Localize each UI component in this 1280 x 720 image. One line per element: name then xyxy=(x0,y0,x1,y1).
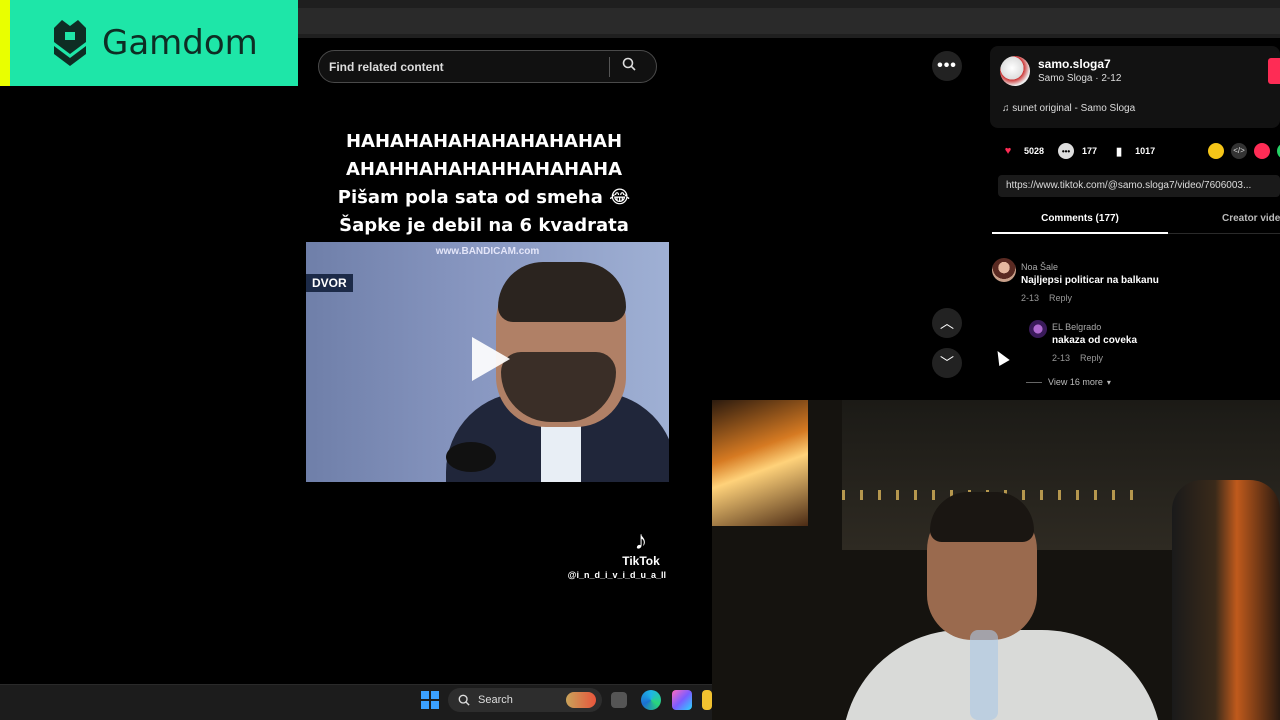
comment-meta: 2-13 Reply xyxy=(1021,293,1072,303)
chevron-down-icon[interactable]: ﹀ xyxy=(932,348,962,378)
author-username[interactable]: samo.sloga7 xyxy=(1038,57,1111,71)
music-label[interactable]: ♫ sunet original - Samo Sloga xyxy=(1002,103,1135,114)
taskbar-search[interactable]: Search xyxy=(448,688,602,712)
search-bar[interactable] xyxy=(318,50,657,83)
webcam-gaming-chair xyxy=(1172,480,1280,720)
caption-line: Pišam pola sata od smeha 😂 xyxy=(337,187,631,208)
comment-icon: ••• xyxy=(1058,143,1075,159)
gamdom-logo-icon xyxy=(50,20,90,66)
windows-start-icon[interactable] xyxy=(421,691,439,709)
author-subtitle: Samo Sloga · 2-12 xyxy=(1038,73,1122,84)
comment-text: Najljepsi politicar na balkanu xyxy=(1021,275,1159,286)
heart-icon: ♥ xyxy=(1004,145,1012,157)
divider-line xyxy=(1026,381,1042,383)
bookmark-icon: ▮ xyxy=(1116,145,1123,158)
avatar[interactable] xyxy=(1029,320,1047,338)
search-icon xyxy=(458,694,470,706)
more-icon[interactable]: ••• xyxy=(932,51,962,81)
avatar[interactable] xyxy=(992,258,1016,282)
send-icon[interactable] xyxy=(1254,143,1270,159)
chevron-down-icon: ▾ xyxy=(1106,377,1111,387)
caption-line: AHAHHAHAHAHHAHAHAHA xyxy=(345,159,623,180)
webcam-person-hair xyxy=(930,492,1034,542)
speaker-hair xyxy=(498,262,626,322)
microphone xyxy=(446,442,496,472)
search-highlight-icon xyxy=(566,692,596,708)
author-card xyxy=(990,46,1280,128)
file-explorer-icon[interactable] xyxy=(702,690,712,710)
copilot-icon[interactable] xyxy=(672,690,692,710)
webcam-overlay xyxy=(712,400,1280,720)
video-caption: HAHAHAHAHAHAHAHAHAH AHAHHAHAHAHHAHAHAHA … xyxy=(306,128,662,240)
save-count: 1017 xyxy=(1135,146,1156,156)
like-count: 5028 xyxy=(1024,146,1045,156)
tiktok-handle: @i_n_d_i_v_i_d_u_a_ll xyxy=(567,570,666,580)
like-button[interactable]: ♥ 5028 xyxy=(1000,143,1044,159)
channel-tag: DVOR xyxy=(306,274,353,292)
video-player[interactable]: www.BANDICAM.com DVOR xyxy=(306,242,669,482)
reply-button[interactable]: Reply xyxy=(1049,293,1072,303)
reply-button[interactable]: Reply xyxy=(1080,353,1103,363)
comment-date: 2-13 xyxy=(1052,353,1071,363)
tiktok-label: TikTok xyxy=(622,554,660,568)
embed-icon[interactable]: </> xyxy=(1231,143,1247,159)
taskbar xyxy=(0,684,712,720)
comment-meta: 2-13 Reply xyxy=(1052,353,1103,363)
tab-comments[interactable]: Comments (177) xyxy=(992,208,1168,234)
follow-button[interactable] xyxy=(1268,58,1280,84)
view-more-label: View 16 more xyxy=(1048,377,1103,387)
search-button[interactable] xyxy=(610,51,648,82)
video-link[interactable]: https://www.tiktok.com/@samo.sloga7/vide… xyxy=(998,175,1280,197)
search-icon xyxy=(622,57,636,76)
comment-button[interactable]: ••• 177 xyxy=(1058,143,1097,159)
bandicam-watermark: www.BANDICAM.com xyxy=(435,246,540,257)
caption-line: HAHAHAHAHAHAHAHAHAH xyxy=(345,131,623,152)
comment-date: 2-13 xyxy=(1021,293,1040,303)
view-more-replies[interactable]: View 16 more ▾ xyxy=(1026,377,1111,387)
search-input[interactable] xyxy=(319,59,609,74)
edge-browser-icon[interactable] xyxy=(641,690,661,710)
comment-tabs: Comments (177) Creator vide xyxy=(992,208,1280,234)
comment-author[interactable]: Noa Šale xyxy=(1021,262,1058,272)
comment-text: nakaza od coveka xyxy=(1052,335,1138,346)
stats-row: ♥ 5028 ••• 177 ▮ 1017 xyxy=(1000,142,1169,160)
address-strip xyxy=(298,8,1280,34)
tab-creator-videos[interactable]: Creator vide xyxy=(1222,208,1280,234)
tiktok-note-icon: ♪ xyxy=(634,525,648,555)
sponsor-banner: Gamdom xyxy=(0,0,298,86)
coin-icon[interactable] xyxy=(1208,143,1224,159)
caption-line: Šapke je debil na 6 kvadrata xyxy=(339,215,629,236)
play-icon[interactable] xyxy=(472,337,510,381)
webcam-water-bottle xyxy=(970,630,998,720)
webcam-person-body xyxy=(842,630,1162,720)
comment-author[interactable]: EL Belgrado xyxy=(1052,322,1101,332)
webcam-fireplace-tv xyxy=(712,400,808,526)
task-view-icon[interactable] xyxy=(611,692,627,708)
sponsor-name: Gamdom xyxy=(102,23,258,63)
tiktok-logo: ♪ TikTok xyxy=(616,526,666,568)
avatar[interactable] xyxy=(1000,56,1030,86)
chevron-up-icon[interactable]: ︿ xyxy=(932,308,962,338)
left-blank-pane xyxy=(0,86,306,686)
share-icons: </> xyxy=(1208,143,1280,159)
comment-count: 177 xyxy=(1082,146,1098,156)
taskbar-search-label: Search xyxy=(478,694,513,706)
save-button[interactable]: ▮ 1017 xyxy=(1111,143,1155,159)
